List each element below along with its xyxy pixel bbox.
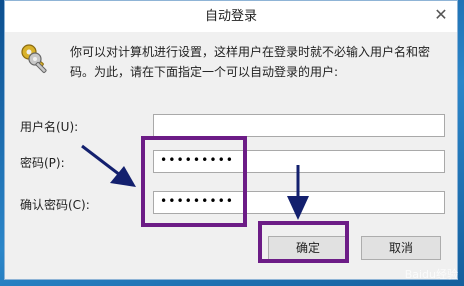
watermark: Baidu经验 [404, 268, 458, 281]
annotation-arrows [81, 144, 309, 220]
arrow-to-ok-icon [287, 165, 309, 220]
arrow-to-password-icon [81, 144, 136, 187]
